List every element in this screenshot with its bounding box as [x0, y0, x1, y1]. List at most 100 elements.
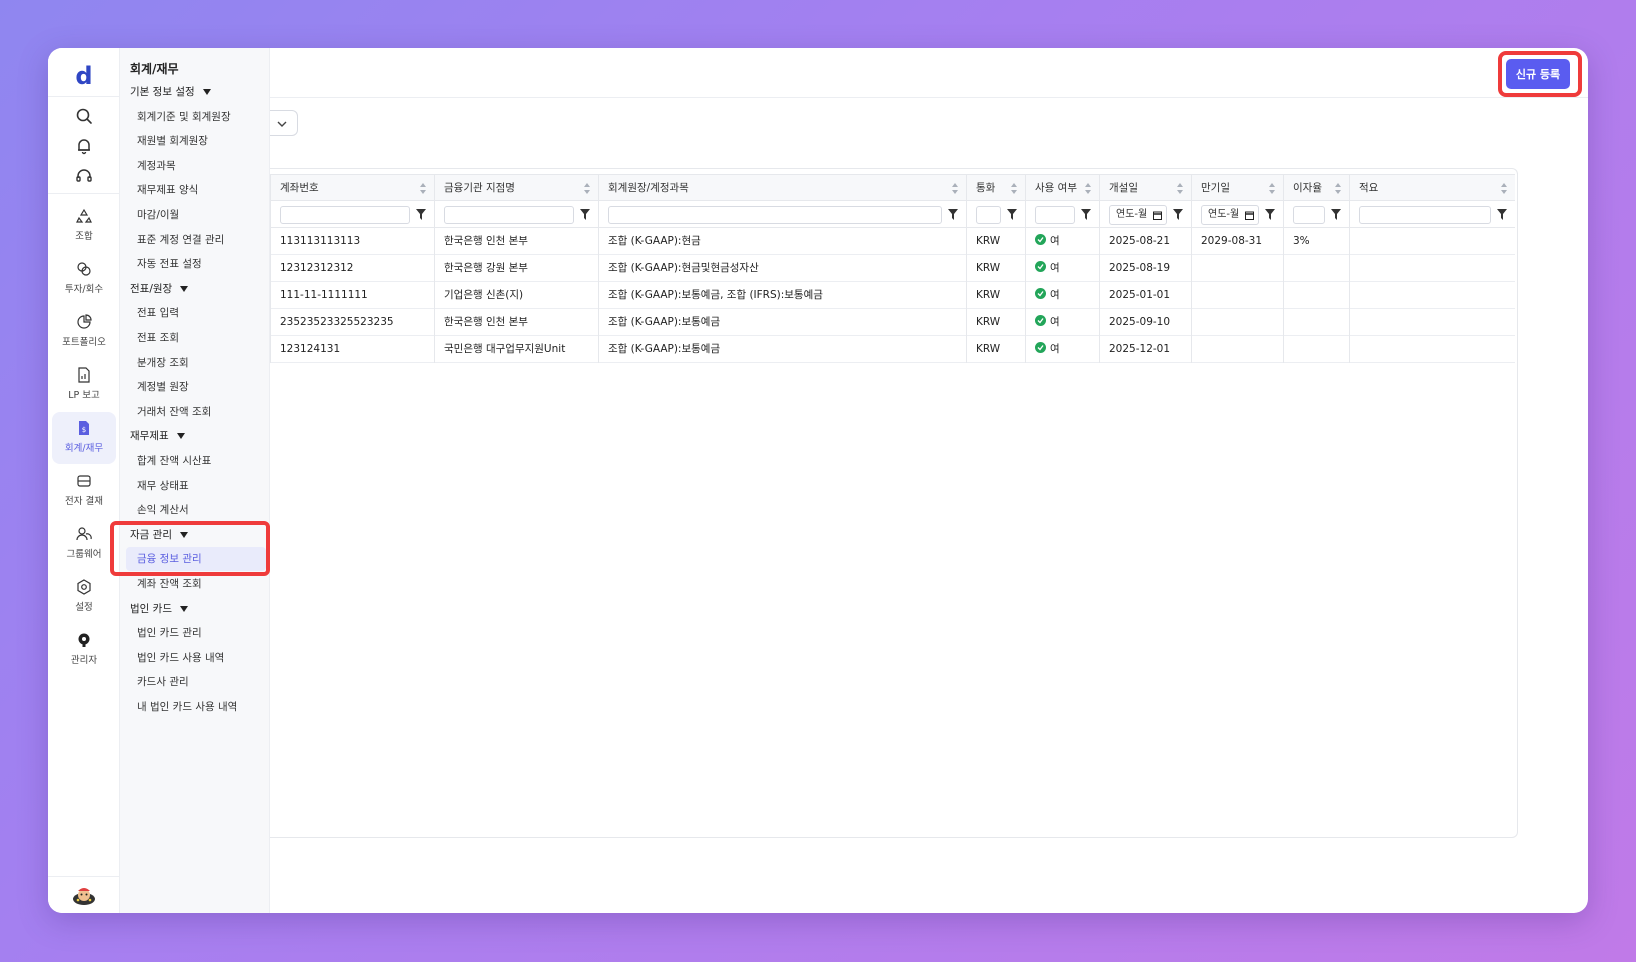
sort-icon[interactable]	[952, 183, 958, 194]
table-row[interactable]: 113113113113 한국은행 인천 본부 조합 (K-GAAP):현금 KRW 여…	[270, 228, 1515, 255]
filter-input[interactable]	[444, 206, 574, 224]
column-header[interactable]: 개설일	[1099, 175, 1191, 202]
filter-input[interactable]	[280, 206, 410, 224]
filter-icon[interactable]	[948, 209, 958, 220]
rail-item-settings[interactable]: 설정	[52, 571, 116, 623]
filter-icon[interactable]	[1265, 209, 1275, 220]
table-row[interactable]: 111-11-1111111 기업은행 신촌(지) 조합 (K-GAAP):보통예금…	[270, 282, 1515, 309]
column-header[interactable]: 회계원장/계정과목	[598, 175, 966, 202]
column-header[interactable]: 만기일	[1191, 175, 1283, 202]
sort-icon[interactable]	[1085, 183, 1091, 194]
rail-item-label: 그룹웨어	[66, 549, 102, 560]
menu-item[interactable]: 전표 입력	[120, 301, 270, 325]
rail-item-accounting[interactable]: $ 회계/재무	[52, 412, 116, 464]
sort-icon[interactable]	[1501, 183, 1507, 194]
filter-input[interactable]	[1293, 206, 1325, 224]
sort-icon[interactable]	[1177, 183, 1183, 194]
sort-icon[interactable]	[1335, 183, 1341, 194]
calendar-icon[interactable]	[1245, 211, 1254, 220]
filter-select[interactable]	[270, 110, 298, 136]
menu-item[interactable]: 손익 계산서	[120, 498, 270, 522]
cell-value: 여	[1050, 262, 1060, 274]
menu-item[interactable]: 거래처 잔액 조회	[120, 400, 270, 424]
table-cell: 여	[1025, 282, 1099, 309]
search-icon[interactable]	[74, 106, 94, 126]
menu-group[interactable]: 재무제표	[120, 424, 270, 448]
menu-item[interactable]: 합계 잔액 시산표	[120, 449, 270, 473]
menu-item[interactable]: 재무제표 양식	[120, 178, 270, 202]
column-header[interactable]: 사용 여부	[1025, 175, 1099, 202]
table-row[interactable]: 12312312312 한국은행 강원 본부 조합 (K-GAAP):현금및현금성자…	[270, 255, 1515, 282]
cell-value: 2025-08-19	[1109, 262, 1171, 274]
rail-item-approval[interactable]: 전자 결재	[52, 465, 116, 517]
app-logo[interactable]: d	[48, 58, 120, 94]
bell-icon[interactable]	[74, 136, 94, 156]
sort-icon[interactable]	[1269, 183, 1275, 194]
menu-item[interactable]: 재무 상태표	[120, 474, 270, 498]
menu-item[interactable]: 자동 전표 설정	[120, 252, 270, 276]
caret-down-icon	[180, 285, 189, 292]
filter-icon[interactable]	[1007, 209, 1017, 220]
menu-group[interactable]: 전표/원장	[120, 277, 270, 301]
column-header[interactable]: 적요	[1349, 175, 1515, 202]
calendar-icon[interactable]	[1153, 211, 1162, 220]
column-header[interactable]: 이자율	[1283, 175, 1349, 202]
table-cell: 조합 (K-GAAP):현금및현금성자산	[598, 255, 966, 282]
sort-icon[interactable]	[1011, 183, 1017, 194]
menu-group[interactable]: 기본 정보 설정	[120, 80, 270, 104]
column-header[interactable]: 금융기관 지점명	[434, 175, 598, 202]
menu-item[interactable]: 분개장 조회	[120, 351, 270, 375]
menu-item[interactable]: 재원별 회계원장	[120, 129, 270, 153]
menu-item[interactable]: 계정과목	[120, 154, 270, 178]
menu-group[interactable]: 법인 카드	[120, 597, 270, 621]
new-registration-button[interactable]: 신규 등록	[1506, 59, 1570, 89]
menu-item[interactable]: 표준 계정 연결 관리	[120, 228, 270, 252]
filter-icon[interactable]	[1173, 209, 1183, 220]
filter-icon[interactable]	[416, 209, 426, 220]
check-circle-icon	[1035, 234, 1046, 245]
table-cell: 111-11-1111111	[270, 282, 434, 309]
table-cell: KRW	[966, 336, 1025, 363]
table-row[interactable]: 123124131 국민은행 대구업무지원Unit 조합 (K-GAAP):보통예금…	[270, 336, 1515, 363]
rail-item-lp-report[interactable]: LP 보고	[52, 359, 116, 411]
menu-item[interactable]: 마감/이월	[120, 203, 270, 227]
cell-value: 여	[1050, 343, 1060, 355]
table-row[interactable]: 23523523325523235 한국은행 인천 본부 조합 (K-GAAP):보…	[270, 309, 1515, 336]
rail-item-investment[interactable]: 투자/회수	[52, 253, 116, 305]
cell-value: 3%	[1293, 235, 1310, 247]
rail-item-admin[interactable]: 관리자	[52, 624, 116, 676]
menu-item[interactable]: 카드사 관리	[120, 670, 270, 694]
filter-icon[interactable]	[1331, 209, 1341, 220]
menu-item[interactable]: 계좌 잔액 조회	[120, 572, 270, 596]
rail-item-fund[interactable]: 조합	[52, 200, 116, 252]
menu-group[interactable]: 자금 관리	[120, 523, 270, 547]
filter-input[interactable]	[976, 206, 1001, 224]
menu-item[interactable]: 금융 정보 관리	[126, 547, 266, 572]
rail-item-groupware[interactable]: 그룹웨어	[52, 518, 116, 570]
menu-item[interactable]: 전표 조회	[120, 326, 270, 350]
inbox-icon	[77, 475, 91, 487]
sort-icon[interactable]	[420, 183, 426, 194]
headset-icon[interactable]	[74, 166, 94, 186]
filter-icon[interactable]	[1081, 209, 1091, 220]
filter-input[interactable]	[608, 206, 942, 224]
filter-icon[interactable]	[580, 209, 590, 220]
cell-value: 113113113113	[280, 235, 361, 247]
avatar[interactable]	[72, 884, 96, 908]
column-header[interactable]: 계좌번호	[270, 175, 434, 202]
sort-icon[interactable]	[584, 183, 590, 194]
table-cell: 2025-08-21	[1099, 228, 1191, 255]
cell-value: 111-11-1111111	[280, 289, 368, 301]
menu-item[interactable]: 법인 카드 사용 내역	[120, 646, 270, 670]
date-filter-input[interactable]: 연도-월	[1109, 205, 1167, 225]
rail-item-portfolio[interactable]: 포트폴리오	[52, 306, 116, 358]
filter-icon[interactable]	[1497, 209, 1507, 220]
filter-input[interactable]	[1035, 206, 1075, 224]
column-header[interactable]: 통화	[966, 175, 1025, 202]
menu-item[interactable]: 법인 카드 관리	[120, 621, 270, 645]
filter-input[interactable]	[1359, 206, 1491, 224]
menu-item[interactable]: 계정별 원장	[120, 375, 270, 399]
menu-item[interactable]: 내 법인 카드 사용 내역	[120, 695, 270, 719]
date-filter-input[interactable]: 연도-월	[1201, 205, 1259, 225]
menu-item[interactable]: 회계기준 및 회계원장	[120, 105, 270, 129]
